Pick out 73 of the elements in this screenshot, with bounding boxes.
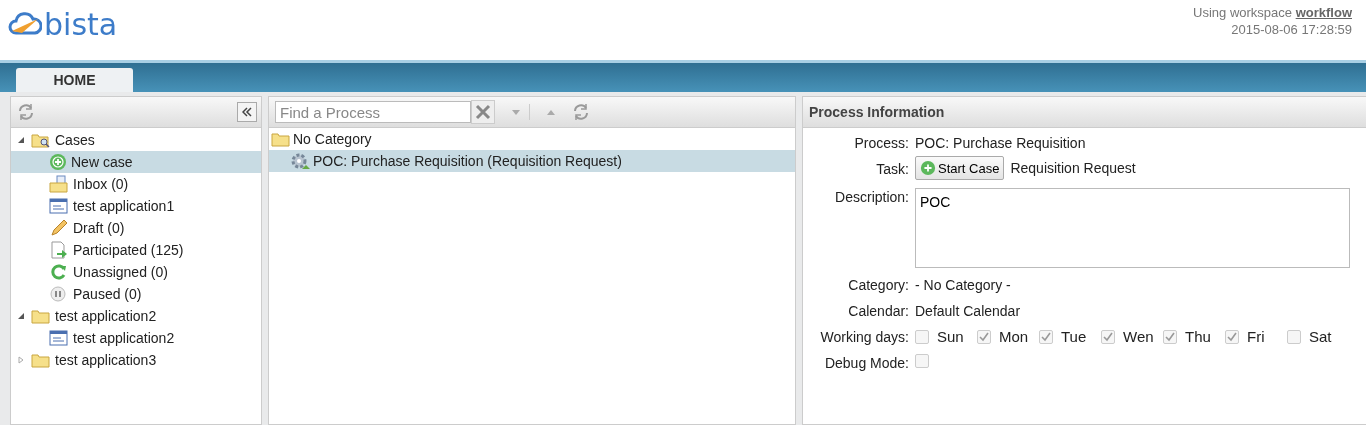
- day-label: Mon: [999, 328, 1029, 346]
- expander-icon[interactable]: [17, 312, 25, 320]
- day-label: Sun: [937, 328, 964, 346]
- tree-item[interactable]: Inbox (0): [11, 173, 261, 195]
- day-label: Sat: [1309, 328, 1332, 346]
- clear-button[interactable]: [471, 100, 495, 124]
- field-label: Task:: [875, 160, 909, 178]
- description-field[interactable]: POC: [915, 188, 1350, 268]
- inbox-icon: [49, 175, 69, 193]
- gear-icon: [289, 151, 311, 171]
- field-label: Calendar:: [847, 302, 909, 320]
- checkbox[interactable]: [915, 354, 929, 368]
- pause-icon: [49, 285, 69, 303]
- search-field[interactable]: Find a Process: [275, 101, 471, 123]
- field-label: Description:: [834, 188, 909, 206]
- calendar-value: Default Calendar: [915, 302, 1022, 320]
- tree-item[interactable]: New case: [11, 151, 261, 173]
- tree-item[interactable]: test application2: [11, 327, 261, 349]
- checkbox[interactable]: [915, 330, 929, 344]
- cloud-logo-icon: [8, 11, 42, 37]
- checkbox[interactable]: [1225, 330, 1239, 344]
- folder-icon: [31, 351, 51, 369]
- date-time: 2015-08-06 17:28:59: [1230, 21, 1352, 38]
- close-icon: [475, 104, 491, 120]
- checkbox[interactable]: [977, 330, 991, 344]
- form-icon: [49, 329, 69, 347]
- tree-item[interactable]: Participated (125): [11, 239, 261, 261]
- refresh-icon[interactable]: [572, 103, 590, 121]
- tree-item[interactable]: test application2: [11, 305, 261, 327]
- day-label: Fri: [1247, 328, 1265, 346]
- day-label: Tue: [1061, 328, 1087, 346]
- checkbox[interactable]: [1101, 330, 1115, 344]
- panel-title: Process Information: [803, 97, 1366, 128]
- tree-item[interactable]: test application3: [11, 349, 261, 371]
- day-label: Wen: [1123, 328, 1154, 346]
- pencil-icon: [49, 219, 69, 237]
- field-label: Debug Mode:: [823, 354, 909, 372]
- tree-item[interactable]: test application1: [11, 195, 261, 217]
- tree-item[interactable]: Cases: [11, 129, 261, 151]
- folder-icon: [31, 307, 51, 325]
- plus-circle-icon: [920, 160, 936, 176]
- checkbox[interactable]: [1163, 330, 1177, 344]
- plus-circle-icon: [49, 153, 67, 171]
- collapse-button[interactable]: [237, 102, 257, 122]
- refresh-icon[interactable]: [17, 103, 35, 121]
- workspace-label: Using workspace: [1193, 5, 1293, 20]
- field-label: Category:: [847, 276, 909, 294]
- process-item[interactable]: POC: Purchase Requisition (Requisition Request): [269, 150, 795, 172]
- workspace-link[interactable]: workflow: [1295, 5, 1352, 20]
- folder-search-icon: [31, 131, 51, 149]
- cycle-icon: [49, 263, 69, 281]
- start-case-button[interactable]: Start Case: [915, 156, 1005, 180]
- tree-item[interactable]: Draft (0): [11, 217, 261, 239]
- tree-item[interactable]: Unassigned (0): [11, 261, 261, 283]
- form-icon: [49, 197, 69, 215]
- category-item[interactable]: No Category: [269, 128, 795, 150]
- collapse-all-icon[interactable]: [546, 108, 556, 116]
- field-label: Process:: [853, 134, 909, 152]
- field-label: Working days:: [819, 328, 909, 346]
- process-name: POC: Purchase Requisition: [915, 134, 1087, 152]
- home-tab[interactable]: HOME: [16, 68, 133, 92]
- task-name: Requisition Request: [1010, 159, 1136, 177]
- document-arrow-icon: [49, 241, 69, 259]
- day-label: Thu: [1185, 328, 1211, 346]
- double-chevron-icon: [242, 107, 252, 117]
- checkbox[interactable]: [1039, 330, 1053, 344]
- checkbox[interactable]: [1287, 330, 1301, 344]
- tree-item[interactable]: Paused (0): [11, 283, 261, 305]
- folder-icon: [271, 130, 291, 148]
- expander-icon[interactable]: [17, 136, 25, 144]
- expand-all-icon[interactable]: [511, 108, 521, 116]
- logo-text: bista: [44, 6, 118, 42]
- category-value: - No Category -: [915, 276, 1012, 294]
